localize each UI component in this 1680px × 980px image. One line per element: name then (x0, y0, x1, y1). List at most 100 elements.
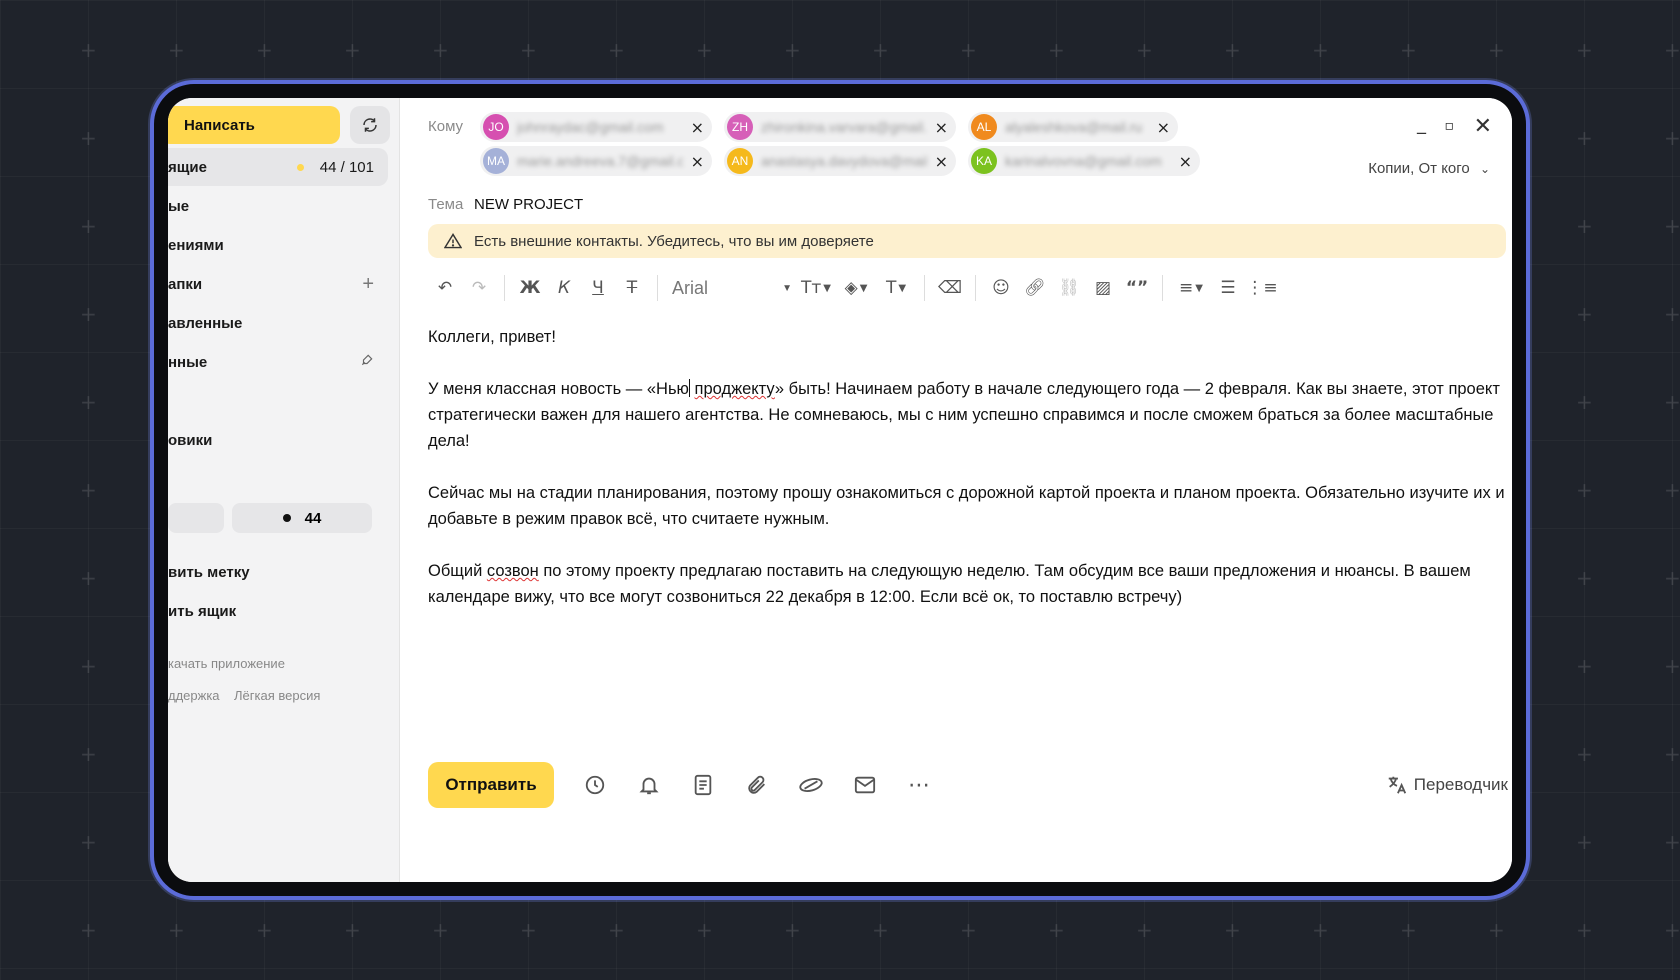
refresh-button[interactable] (350, 106, 390, 144)
remove-recipient-icon[interactable]: × (1179, 152, 1192, 171)
translator-button[interactable]: Переводчик (1386, 774, 1508, 796)
subject-field[interactable]: NEW PROJECT (474, 196, 583, 213)
attach-icon[interactable] (730, 762, 784, 808)
more-icon[interactable]: ⋯ (892, 762, 946, 808)
background-plus: + (80, 654, 97, 678)
translate-icon (1388, 776, 1406, 794)
eraser-icon[interactable]: ⌫ (933, 272, 967, 304)
unread-filter-pill[interactable]: 44 (232, 503, 372, 533)
filter-pill-left[interactable] (168, 503, 224, 533)
unread-dot-icon (282, 514, 291, 522)
italic-icon[interactable]: К (547, 272, 581, 304)
background-plus: + (1664, 214, 1680, 238)
emoji-icon[interactable]: ☺ (984, 272, 1018, 304)
background-plus: + (256, 38, 273, 62)
to-label: Кому (428, 118, 464, 135)
background-plus: + (1488, 38, 1505, 62)
recipient-chip[interactable]: KA karinalvovna@gmail.com × (968, 146, 1200, 176)
support-link[interactable]: ддержка (168, 688, 220, 703)
image-icon[interactable]: ▨ (1086, 272, 1120, 304)
remove-recipient-icon[interactable]: × (691, 152, 704, 171)
sidebar-item-label: ящие (168, 158, 207, 176)
font-name: Arial (672, 277, 709, 298)
close-icon[interactable]: ✕ (1474, 114, 1492, 139)
recipient-chip[interactable]: AL alyaleshkova@mail.ru × (968, 112, 1178, 142)
clean-brush-icon[interactable] (360, 353, 374, 371)
sidebar-item-3[interactable]: ениями (168, 226, 388, 264)
quote-icon[interactable]: “” (1120, 272, 1154, 304)
message-body[interactable]: Коллеги, привет! У меня классная новость… (428, 324, 1508, 636)
divider (504, 275, 505, 301)
bold-icon[interactable]: Ж (513, 272, 547, 304)
warning-text: Есть внешние контакты. Убедитесь, что вы… (474, 232, 874, 250)
text-color-icon[interactable]: ◈ ▼ (836, 272, 876, 304)
light-version-link[interactable]: Лёгкая версия (234, 688, 320, 703)
divider (975, 275, 976, 301)
sidebar-item-6[interactable]: нные (168, 343, 388, 381)
schedule-clock-icon[interactable] (568, 762, 622, 808)
background-plus: + (344, 918, 361, 942)
background-plus: + (1576, 654, 1593, 678)
maximize-icon[interactable]: ▫ (1445, 118, 1455, 134)
recipient-chip[interactable]: MA marie.andreeva.7@gmail.com × (480, 146, 712, 176)
add-folder-icon[interactable]: + (362, 273, 374, 296)
disk-icon[interactable] (784, 762, 838, 808)
unlink-icon[interactable]: ⛓ (1052, 272, 1086, 304)
cc-from-toggle[interactable]: Копии, От кого ⌄ (1368, 160, 1490, 177)
background-plus: + (80, 302, 97, 326)
recipient-chip[interactable]: JO johnraydac@gmail.com × (480, 112, 712, 142)
paragraph-1: У меня классная новость — «Нью проджекту… (428, 376, 1508, 454)
compose-button[interactable]: Написать (168, 106, 340, 144)
sidebar-item-label: ениями (168, 236, 224, 254)
add-label-text: вить метку (168, 563, 250, 581)
template-icon[interactable] (676, 762, 730, 808)
background-plus: + (80, 126, 97, 150)
underline-icon[interactable]: Ч (581, 272, 615, 304)
sidebar-item-folders[interactable]: апки + (168, 265, 388, 303)
sidebar-item-drafts[interactable]: овики (168, 421, 388, 459)
divider (657, 275, 658, 301)
undo-icon[interactable]: ↶ (428, 272, 462, 304)
remove-recipient-icon[interactable]: × (691, 118, 704, 137)
link-icon[interactable]: 🔗︎ (1018, 272, 1052, 304)
numbered-list-icon[interactable]: ⋮≡ (1245, 272, 1279, 304)
divider (924, 275, 925, 301)
add-label-link[interactable]: вить метку (168, 553, 388, 591)
text-style-icon[interactable]: T ▼ (876, 272, 916, 304)
background-plus: + (1400, 918, 1417, 942)
send-button[interactable]: Отправить (428, 762, 554, 808)
remove-recipient-icon[interactable]: × (1157, 118, 1170, 137)
bullet-list-icon[interactable]: ☰ (1211, 272, 1245, 304)
font-select[interactable]: Arial ▼ (666, 272, 796, 304)
recipient-chip[interactable]: ZH zhironkina.varvara@gmail.com × (724, 112, 956, 142)
caret-down-icon: ▼ (782, 282, 792, 294)
background-plus: + (1048, 38, 1065, 62)
background-plus: + (1664, 126, 1680, 150)
background-plus: + (1664, 918, 1680, 942)
sidebar-item-2[interactable]: ые (168, 187, 388, 225)
reminder-bell-icon[interactable] (622, 762, 676, 808)
background-plus: + (1136, 38, 1153, 62)
background-plus: + (1664, 38, 1680, 62)
redo-icon[interactable]: ↷ (462, 272, 496, 304)
background-plus: + (1224, 918, 1241, 942)
background-plus: + (80, 566, 97, 590)
recipient-email: alyaleshkova@mail.ru (1005, 119, 1143, 135)
minimize-icon[interactable]: _ (1417, 114, 1426, 135)
sidebar-item-inbox[interactable]: ящие 44 / 101 (168, 148, 388, 186)
sidebar-item-5[interactable]: авленные (168, 304, 388, 342)
background-plus: + (960, 38, 977, 62)
unread-count: 44 (304, 509, 322, 527)
remove-recipient-icon[interactable]: × (935, 118, 948, 137)
download-app-link[interactable]: качать приложение (168, 656, 285, 671)
remove-recipient-icon[interactable]: × (935, 152, 948, 171)
strikethrough-icon[interactable]: T (615, 272, 649, 304)
background-plus: + (608, 38, 625, 62)
align-icon[interactable]: ≡ ▼ (1171, 272, 1211, 304)
add-mailbox-link[interactable]: ить ящик (168, 592, 388, 630)
font-size-icon[interactable]: Tт ▼ (796, 272, 836, 304)
mail-icon[interactable] (838, 762, 892, 808)
background-plus: + (432, 918, 449, 942)
unread-dot (297, 163, 304, 171)
recipient-chip[interactable]: AN anastasya.davydova@mail.ru × (724, 146, 956, 176)
